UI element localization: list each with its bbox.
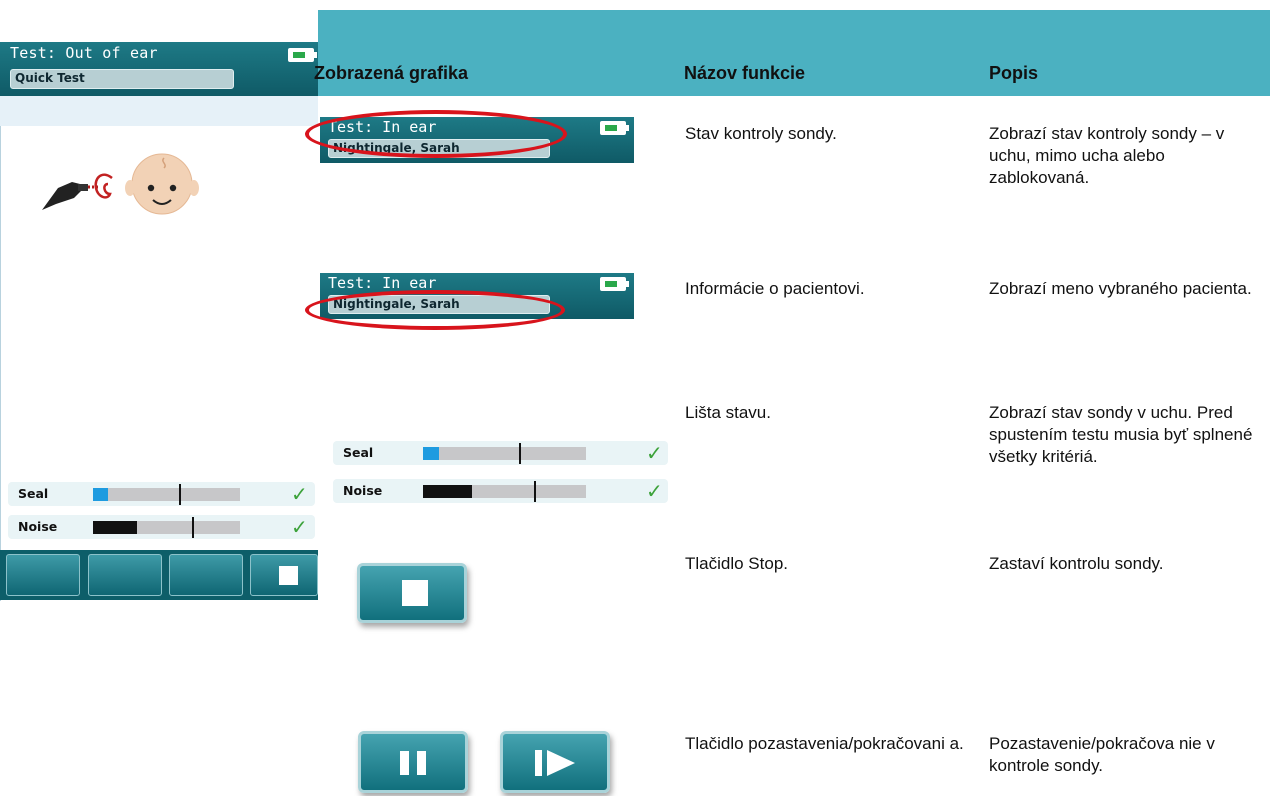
seal-threshold-marker xyxy=(179,484,181,505)
noise-meter-fill xyxy=(423,485,472,498)
noise-check-icon: ✓ xyxy=(646,479,663,503)
pause-button[interactable] xyxy=(358,731,468,793)
seal-check-icon: ✓ xyxy=(291,482,308,506)
noise-check-icon: ✓ xyxy=(291,515,308,539)
seal-threshold-marker xyxy=(519,443,521,464)
battery-icon xyxy=(600,277,629,291)
seal-meter-fill xyxy=(93,488,108,501)
noise-meter xyxy=(423,481,586,502)
soft-button-1[interactable] xyxy=(6,554,80,596)
noise-status-row: Noise ✓ xyxy=(8,515,315,539)
noise-status-row: Noise ✓ xyxy=(333,479,668,503)
row-1-name: Stav kontroly sondy. xyxy=(685,124,837,143)
soft-button-3[interactable] xyxy=(169,554,243,596)
noise-label: Noise xyxy=(18,519,58,534)
noise-meter-fill xyxy=(93,521,138,534)
seal-label: Seal xyxy=(343,445,374,460)
seal-meter xyxy=(93,484,240,505)
row-4-name: Tlačidlo Stop. xyxy=(685,554,788,573)
highlight-ellipse xyxy=(305,110,567,158)
seal-meter-fill xyxy=(423,447,440,460)
seal-check-icon: ✓ xyxy=(646,441,663,465)
header-description: Popis xyxy=(989,63,1039,83)
device-button-bar xyxy=(0,550,318,600)
row-3-description: Zobrazí stav sondy v uchu. Pred spustení… xyxy=(989,403,1253,466)
noise-threshold-marker xyxy=(192,517,194,538)
row-4-description: Zastaví kontrolu sondy. xyxy=(989,554,1164,573)
stop-button[interactable] xyxy=(357,563,467,623)
noise-label: Noise xyxy=(343,483,383,498)
stop-icon xyxy=(402,580,428,606)
patient-field[interactable]: Quick Test xyxy=(10,69,234,89)
resume-icon xyxy=(535,750,575,776)
battery-icon xyxy=(600,121,629,135)
pause-icon-bar-left xyxy=(400,751,409,775)
test-status-title: Test: Out of ear xyxy=(10,44,158,62)
row-5-description: Pozastavenie/pokračova nie v kontrole so… xyxy=(989,734,1215,775)
seal-status-row: Seal ✓ xyxy=(8,482,315,506)
seal-meter xyxy=(423,443,586,464)
seal-status-row: Seal ✓ xyxy=(333,441,668,465)
soft-button-2[interactable] xyxy=(88,554,162,596)
row-2-name: Informácie o pacientovi. xyxy=(685,279,865,298)
table-header: Zobrazená grafika Názov funkcie Popis xyxy=(314,10,1270,96)
noise-threshold-marker xyxy=(534,481,536,502)
probe-in-ear-icon xyxy=(42,153,199,215)
pause-icon-bar-right xyxy=(417,751,426,775)
device-info-strip xyxy=(0,96,318,126)
row-1-description: Zobrazí stav kontroly sondy – v uchu, mi… xyxy=(989,124,1225,187)
resume-button[interactable] xyxy=(500,731,610,793)
header-graphic: Zobrazená grafika xyxy=(314,63,469,83)
noise-meter xyxy=(93,517,240,538)
highlight-ellipse xyxy=(305,290,565,330)
row-5-name: Tlačidlo pozastavenia/pokračovani a. xyxy=(685,734,964,753)
stop-icon xyxy=(279,566,298,585)
battery-icon xyxy=(288,48,317,62)
header-function-name: Názov funkcie xyxy=(684,63,806,83)
row-3-name: Lišta stavu. xyxy=(685,403,771,422)
row-2-description: Zobrazí meno vybraného pacienta. xyxy=(989,279,1252,298)
stop-button[interactable] xyxy=(250,554,318,596)
seal-label: Seal xyxy=(18,486,49,501)
patient-field-label: Quick Test xyxy=(15,71,85,85)
